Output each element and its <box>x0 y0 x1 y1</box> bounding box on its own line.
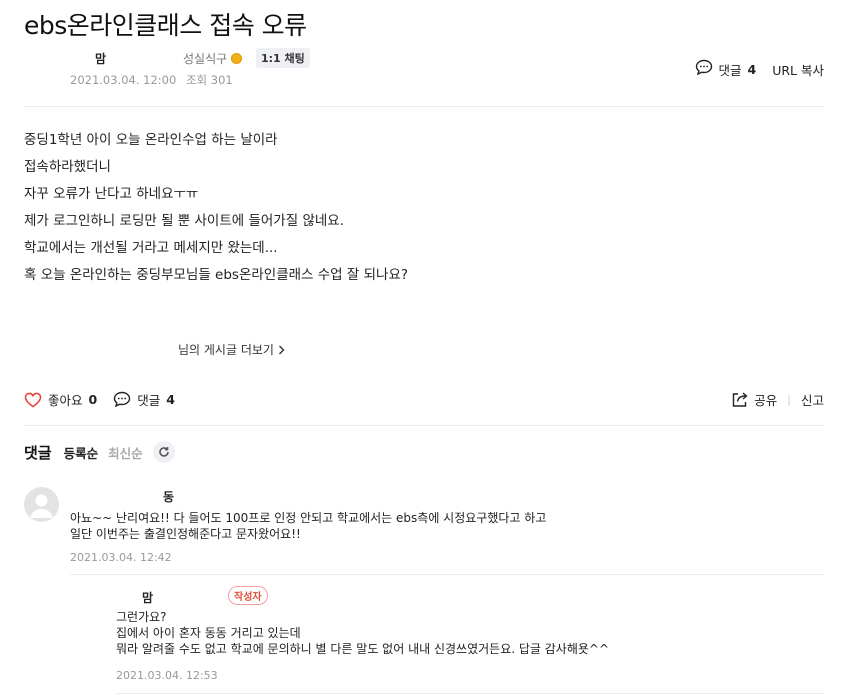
share-button[interactable]: 공유 <box>731 390 777 409</box>
comment-icon[interactable] <box>695 59 713 79</box>
reply-text: 그런가요? 집에서 아이 혼자 동동 거리고 있는데 뭐라 알려줄 수도 없고 … <box>116 609 609 657</box>
report-button[interactable]: 신고 <box>801 390 824 409</box>
comment-line: 일단 이번주는 출결인정해준다고 문자왔어요!! <box>70 527 301 541</box>
action-separator: | <box>787 393 791 406</box>
reply-divider <box>116 693 824 694</box>
comment-line: 아뇨~~ 난리여요!! 다 들어도 100프로 인정 안되고 학교에서는 ebs… <box>70 511 547 525</box>
top-comment-label[interactable]: 댓글 <box>719 60 742 79</box>
body-line: 중딩1학년 아이 오늘 온라인수업 하는 날이라 <box>24 132 278 148</box>
more-posts-label[interactable]: 님의 게시글 더보기 <box>178 341 274 358</box>
comment-divider <box>70 574 824 575</box>
reply-line: 그런가요? <box>116 610 167 624</box>
post-actions: 좋아요 0 댓글 4 <box>24 390 191 409</box>
top-actions: 댓글 4 URL 복사 <box>695 59 824 79</box>
post-meta: 2021.03.04. 12:00 조회 301 <box>70 72 239 88</box>
refresh-button[interactable] <box>152 441 175 463</box>
share-icon <box>733 392 748 407</box>
body-line: 혹 오늘 온라인하는 중딩부모님들 ebs온라인클래스 수업 잘 되나요? <box>24 267 409 283</box>
body-line: 학교에서는 개선될 거라고 메세지만 왔는데... <box>24 240 278 256</box>
reply-line: 집에서 아이 혼자 동동 거리고 있는데 <box>116 626 301 640</box>
chevron-right-icon <box>278 345 285 354</box>
post-views: 조회 301 <box>185 73 233 87</box>
share-report-actions: 공유 | 신고 <box>731 390 824 409</box>
chat-button[interactable]: 1:1 채팅 <box>256 48 310 68</box>
post-body: 중딩1학년 아이 오늘 온라인수업 하는 날이라 접속하라했더니 자꾸 오류가 … <box>24 127 408 289</box>
member-level: 성실식구 <box>183 50 243 67</box>
comments-title: 댓글 <box>24 443 52 462</box>
reply-line: 뭐라 알려줄 수도 없고 학교에 문의하니 별 다른 말도 없어 내내 신경쓰였… <box>116 642 610 656</box>
comment-button[interactable]: 댓글 4 <box>113 390 175 409</box>
sort-latest-button[interactable]: 최신순 <box>108 443 143 462</box>
header-divider <box>24 106 824 107</box>
body-line: 접속하라했더니 <box>24 159 111 175</box>
like-button[interactable]: 좋아요 0 <box>24 390 97 409</box>
comments-header: 댓글 등록순 최신순 <box>24 441 175 463</box>
url-copy-button[interactable]: URL 복사 <box>772 60 824 79</box>
refresh-icon <box>158 447 169 457</box>
post-title: ebs온라인클래스 접속 오류 <box>24 11 307 40</box>
body-line: 제가 로그인하니 로딩만 될 뿐 사이트에 들어가질 않네요. <box>24 213 344 229</box>
comment-date: 2021.03.04. 12:42 <box>70 551 172 564</box>
comment-text: 아뇨~~ 난리여요!! 다 들어도 100프로 인정 안되고 학교에서는 ebs… <box>70 510 546 542</box>
reply-date: 2021.03.04. 12:53 <box>116 669 218 682</box>
heart-icon <box>24 392 42 407</box>
writer-badge: 작성자 <box>228 586 268 605</box>
avatar[interactable] <box>24 487 59 522</box>
comment-count: 4 <box>166 392 175 407</box>
share-label[interactable]: 공유 <box>754 390 777 409</box>
comment-icon <box>114 391 131 408</box>
level-badge-icon <box>231 53 243 64</box>
comment-author[interactable]: 동 <box>163 488 174 505</box>
sort-registered-button[interactable]: 등록순 <box>64 443 99 462</box>
like-count: 0 <box>88 392 98 407</box>
reply-author[interactable]: 맘 <box>142 589 153 606</box>
post-date: 2021.03.04. 12:00 <box>70 73 177 87</box>
more-posts-link[interactable]: 님의 게시글 더보기 <box>178 341 285 358</box>
body-line: 자꾸 오류가 난다고 하네요ㅜㅠ <box>24 186 199 202</box>
default-profile-icon <box>30 494 53 518</box>
top-comment-count: 4 <box>747 61 757 77</box>
comment-label: 댓글 <box>137 393 161 408</box>
post-author[interactable]: 맘 <box>95 50 106 67</box>
like-label: 좋아요 <box>48 393 83 408</box>
member-level-label: 성실식구 <box>183 52 228 66</box>
actions-divider <box>24 425 824 426</box>
